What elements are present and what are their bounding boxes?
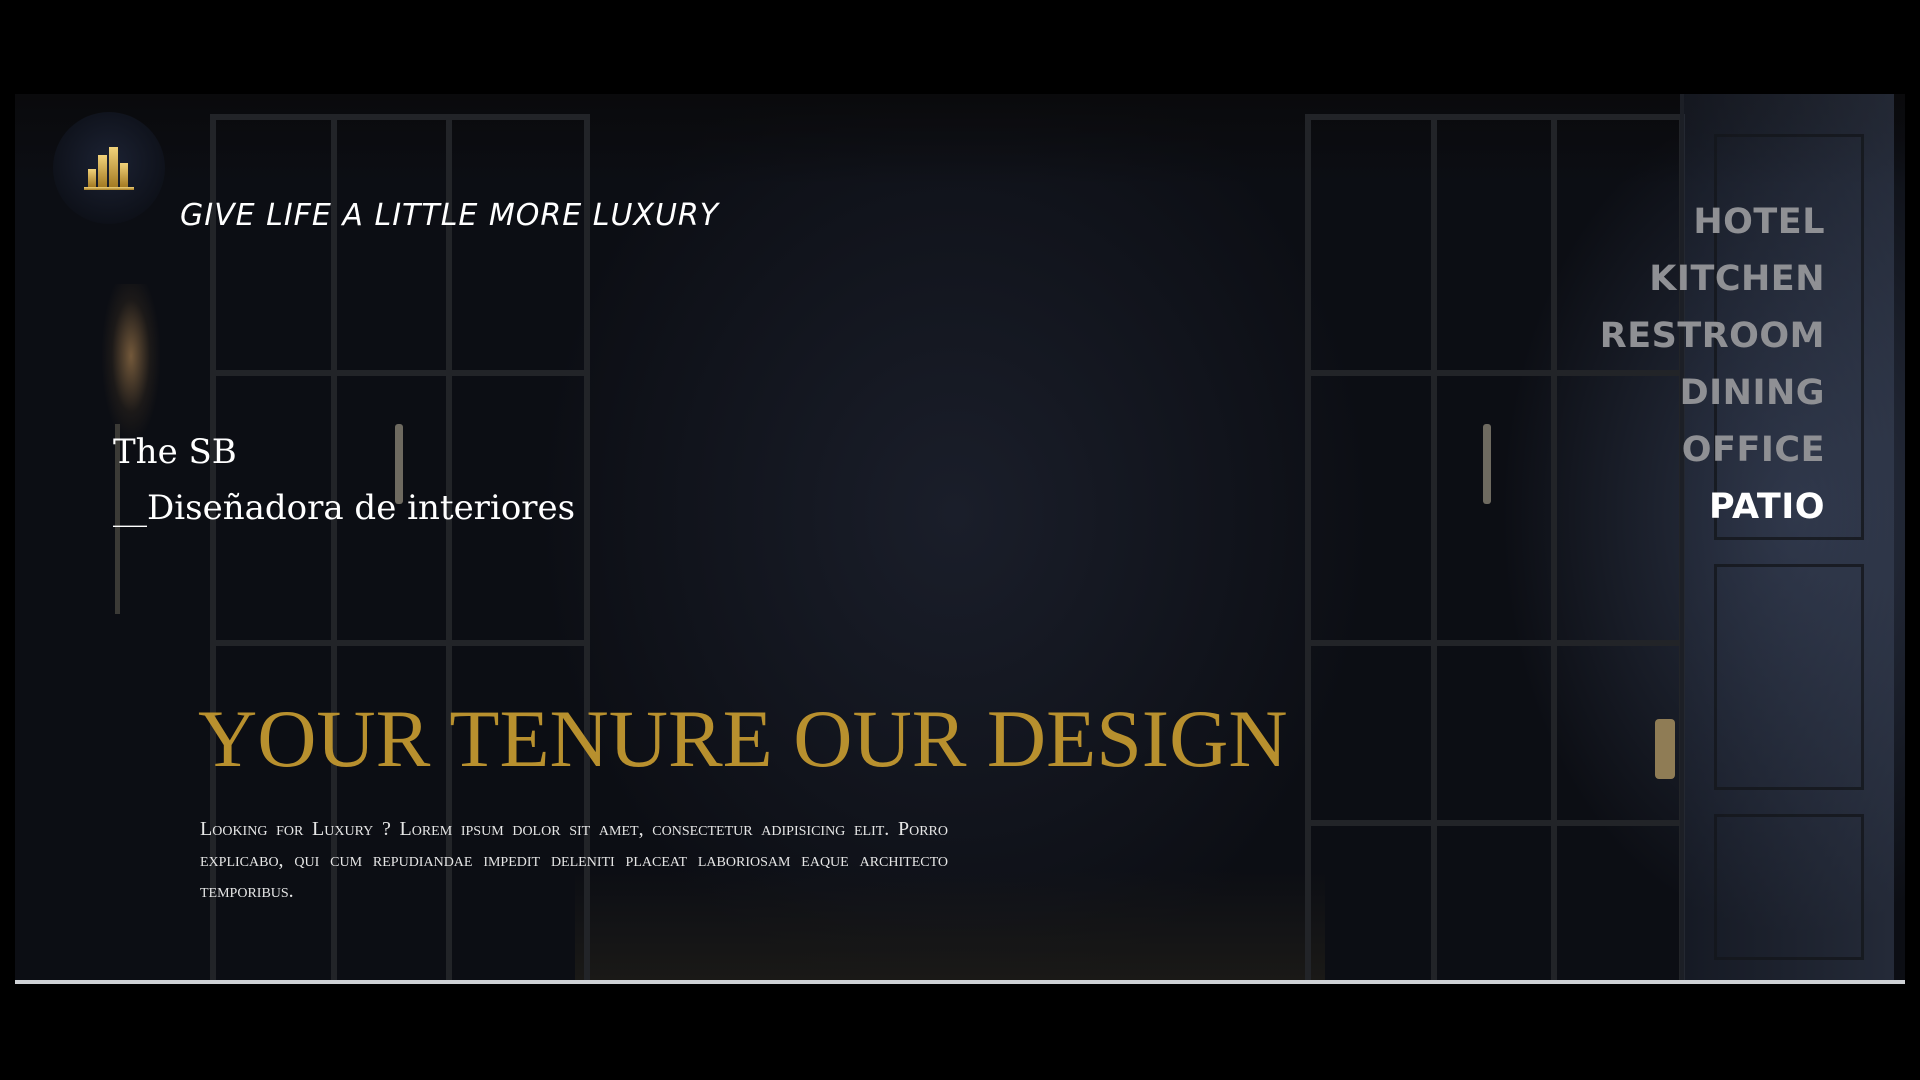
brand-subtitle: __Diseñadora de interiores xyxy=(113,488,576,528)
nav-item-restroom[interactable]: RESTROOM xyxy=(1600,308,1825,365)
logo[interactable] xyxy=(53,112,165,224)
tagline: GIVE LIFE A LITTLE MORE LUXURY xyxy=(180,198,720,233)
category-nav: HOTEL KITCHEN RESTROOM DINING OFFICE PAT… xyxy=(1600,194,1825,536)
door-handle xyxy=(1483,424,1491,504)
hero-section: GIVE LIFE A LITTLE MORE LUXURY The SB __… xyxy=(15,94,1905,980)
nav-item-hotel[interactable]: HOTEL xyxy=(1600,194,1825,251)
nav-item-office[interactable]: OFFICE xyxy=(1600,422,1825,479)
brand-block: The SB __Diseñadora de interiores xyxy=(113,424,575,536)
brand-name: The SB xyxy=(113,432,237,472)
nav-item-patio[interactable]: PATIO xyxy=(1600,479,1825,536)
bottom-divider xyxy=(15,980,1905,984)
nav-item-kitchen[interactable]: KITCHEN xyxy=(1600,251,1825,308)
hero-body: Looking for Luxury ? Lorem ipsum dolor s… xyxy=(200,818,948,902)
wall-lamp-glow xyxy=(101,284,161,444)
door-knob xyxy=(1655,719,1675,779)
hero-headline: YOUR TENURE OUR DESIGN xyxy=(198,693,1288,784)
nav-item-dining[interactable]: DINING xyxy=(1600,365,1825,422)
golden-buildings-icon xyxy=(84,147,134,190)
